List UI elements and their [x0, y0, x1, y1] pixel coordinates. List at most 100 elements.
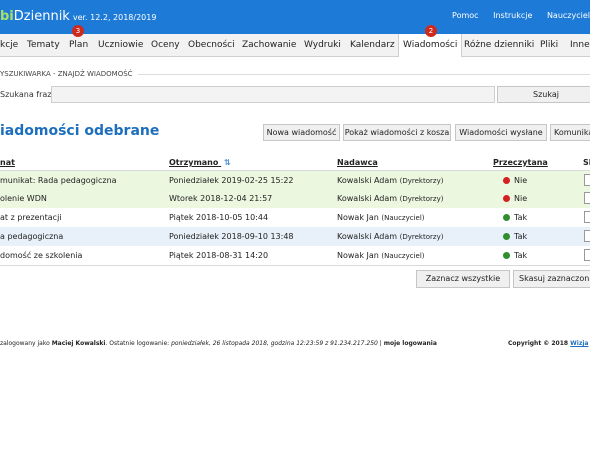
- section-divider: [138, 74, 590, 75]
- sender-role: (Dyrektorzy): [399, 233, 444, 241]
- sent-messages-button[interactable]: Wiadomości wysłane: [455, 124, 547, 141]
- message-subject[interactable]: domość ze szkolenia: [0, 251, 82, 260]
- tab-label: Obecności: [188, 40, 235, 50]
- sort-icon: ⇅: [224, 158, 231, 167]
- user-role-link[interactable]: Nauczyciel: [547, 11, 590, 20]
- search-input[interactable]: [51, 86, 495, 103]
- select-all-button[interactable]: Zaznacz wszystkie: [416, 270, 510, 288]
- logged-in-prefix: zalogowany jako: [0, 340, 50, 347]
- read-dot-icon: [503, 252, 510, 259]
- tab-pliki[interactable]: Pliki: [540, 34, 558, 56]
- read-status-label: Tak: [514, 213, 528, 222]
- tab-plan[interactable]: Plan 3: [69, 25, 89, 56]
- main-tabs: kcje Tematy Plan 3 Uczniowie Oceny Obecn…: [0, 25, 590, 57]
- tab-label: Tematy: [27, 40, 60, 50]
- message-subject[interactable]: munikat: Rada pedagogiczna: [0, 176, 117, 185]
- vendor-link[interactable]: Wizja: [570, 340, 588, 347]
- delete-checkbox[interactable]: [584, 230, 590, 242]
- message-subject[interactable]: a pedagogiczna: [0, 232, 63, 241]
- login-info: zalogowany jako Maciej Kowalski. Ostatni…: [0, 340, 437, 347]
- show-trash-button[interactable]: Pokaż wiadomości z kosza: [343, 124, 451, 141]
- message-subject[interactable]: olenie WDN: [0, 194, 47, 203]
- delete-checkbox[interactable]: [584, 192, 590, 204]
- read-status: Nie: [503, 194, 527, 203]
- unread-dot-icon: [503, 195, 510, 202]
- instructions-link[interactable]: Instrukcje: [493, 11, 532, 20]
- last-login-label: . Ostatnie logowanie:: [105, 340, 170, 347]
- messages-notification-badge: 2: [425, 25, 437, 37]
- tab-label: Inne: [570, 40, 590, 50]
- sender-role: (Nauczyciel): [381, 252, 425, 260]
- top-links: Pomoc Instrukcje Nauczyciel: [440, 11, 590, 20]
- my-logins-link[interactable]: moje logowania: [384, 340, 437, 347]
- column-header-received[interactable]: Otrzymano ⇅: [169, 158, 231, 167]
- delete-selected-button[interactable]: Skasuj zaznaczon: [513, 270, 590, 288]
- logged-in-user: Maciej Kowalski: [51, 340, 106, 347]
- tab-label: Plan: [69, 40, 89, 50]
- app-brand[interactable]: biDziennik ver. 12.2, 2018/2019: [0, 9, 156, 24]
- tab-label: Oceny: [151, 40, 180, 50]
- tab-uczniowie[interactable]: Uczniowie: [98, 34, 143, 56]
- unread-dot-icon: [503, 177, 510, 184]
- copyright-text: Copyright © 2018: [508, 340, 569, 347]
- message-sender: Nowak Jan (Nauczyciel): [337, 251, 425, 260]
- read-status: Tak: [503, 232, 527, 241]
- tab-label: Pliki: [540, 40, 559, 50]
- tab-label: Wydruki: [304, 40, 341, 50]
- announcements-button[interactable]: Komunika: [550, 124, 590, 141]
- copyright: Copyright © 2018 Wizja: [508, 340, 588, 347]
- delete-checkbox[interactable]: [584, 211, 590, 223]
- table-row[interactable]: a pedagogiczna Poniedziałek 2018-09-10 1…: [0, 227, 590, 247]
- plan-notification-badge: 3: [72, 25, 84, 37]
- delete-checkbox[interactable]: [584, 174, 590, 186]
- message-subject[interactable]: at z prezentacji: [0, 213, 62, 222]
- sender-role: (Dyrektorzy): [399, 195, 444, 203]
- tab-label: Kalendarz: [350, 40, 395, 50]
- search-label: Szukana fraza: [0, 90, 57, 99]
- read-dot-icon: [503, 233, 510, 240]
- help-link[interactable]: Pomoc: [452, 11, 479, 20]
- delete-checkbox[interactable]: [584, 249, 590, 261]
- sender-role: (Nauczyciel): [381, 214, 425, 222]
- tab-kalendarz[interactable]: Kalendarz: [350, 34, 395, 56]
- tab-wydruki[interactable]: Wydruki: [304, 34, 341, 56]
- tab-zachowanie[interactable]: Zachowanie: [242, 34, 296, 56]
- tab-lekcje[interactable]: kcje: [0, 34, 18, 56]
- message-date: Poniedziałek 2018-09-10 13:48: [169, 232, 294, 241]
- tab-oceny[interactable]: Oceny: [151, 34, 180, 56]
- sender-role: (Dyrektorzy): [399, 177, 444, 185]
- search-button[interactable]: Szukaj: [497, 86, 590, 103]
- message-sender: Kowalski Adam (Dyrektorzy): [337, 176, 443, 185]
- read-status: Tak: [503, 251, 527, 260]
- brand-name-second: Dziennik: [13, 9, 70, 24]
- sender-name: Kowalski Adam: [337, 176, 398, 185]
- column-header-read[interactable]: Przeczytana: [493, 158, 548, 167]
- tab-obecnosci[interactable]: Obecności: [188, 34, 235, 56]
- column-header-delete: Sk: [583, 158, 590, 167]
- table-row[interactable]: at z prezentacji Piątek 2018-10-05 10:44…: [0, 208, 590, 228]
- table-row[interactable]: olenie WDN Wtorek 2018-12-04 21:57 Kowal…: [0, 189, 590, 209]
- read-status: Tak: [503, 213, 527, 222]
- table-row[interactable]: munikat: Rada pedagogiczna Poniedziałek …: [0, 170, 590, 191]
- message-sender: Nowak Jan (Nauczyciel): [337, 213, 425, 222]
- column-header-subject[interactable]: nat: [0, 158, 15, 167]
- tab-tematy[interactable]: Tematy: [27, 34, 60, 56]
- message-date: Piątek 2018-10-05 10:44: [169, 213, 269, 222]
- tab-label: Zachowanie: [242, 40, 297, 50]
- tab-label: Różne dzienniki: [464, 40, 535, 50]
- new-message-button[interactable]: Nowa wiadomość: [263, 124, 340, 141]
- table-row[interactable]: domość ze szkolenia Piątek 2018-08-31 14…: [0, 246, 590, 266]
- app-version: ver. 12.2, 2018/2019: [72, 13, 157, 22]
- footer-separator: |: [379, 340, 382, 347]
- brand-name-first: bi: [0, 9, 14, 24]
- read-status-label: Nie: [514, 194, 528, 203]
- read-status: Nie: [503, 176, 527, 185]
- tab-inne[interactable]: Inne: [570, 34, 590, 56]
- sender-name: Nowak Jan: [337, 251, 379, 260]
- sender-name: Nowak Jan: [337, 213, 379, 222]
- tab-rozne-dzienniki[interactable]: Różne dzienniki: [464, 34, 534, 56]
- tab-wiadomosci[interactable]: Wiadomości 2: [398, 25, 463, 57]
- sender-name: Kowalski Adam: [337, 194, 398, 203]
- column-header-sender[interactable]: Nadawca: [337, 158, 378, 167]
- message-date: Wtorek 2018-12-04 21:57: [169, 194, 273, 203]
